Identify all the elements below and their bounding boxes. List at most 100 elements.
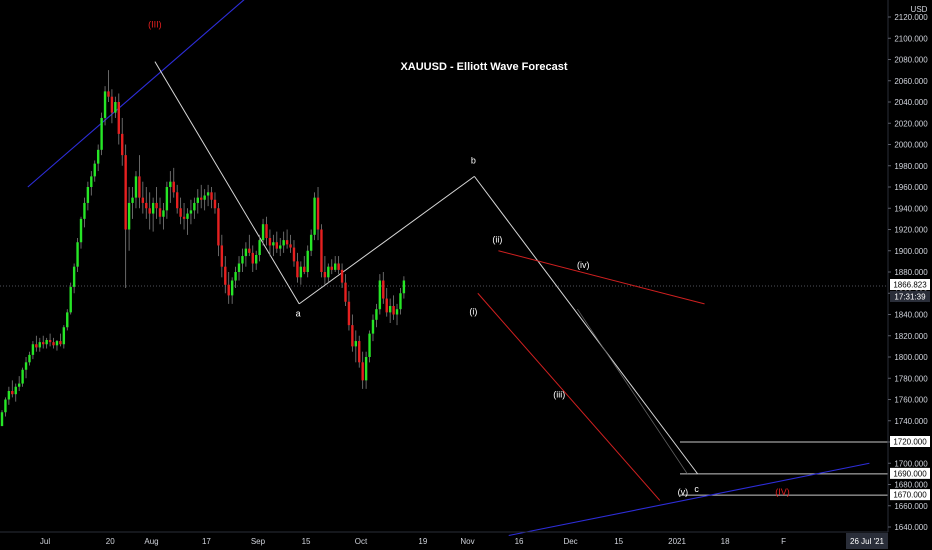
- bearish-candle: [107, 91, 110, 97]
- wave-label: (IV): [775, 487, 790, 497]
- level-badge-label: 1670.000: [893, 491, 927, 500]
- bullish-candle: [399, 293, 402, 310]
- wave-label: (v): [678, 487, 689, 497]
- bearish-candle: [227, 284, 230, 296]
- bullish-candle: [38, 342, 41, 348]
- bullish-candle: [254, 255, 258, 264]
- bearish-candle: [337, 263, 340, 270]
- time-tick-label: Aug: [144, 537, 158, 546]
- bullish-candle: [165, 187, 169, 211]
- price-tick-label: 1740.000: [894, 417, 928, 426]
- countdown-label: 17:31:39: [894, 293, 926, 302]
- bullish-candle: [17, 383, 21, 387]
- price-tick-label: 1840.000: [894, 311, 928, 320]
- price-chart[interactable]: (III) a b (ii) (i) (iv) (iii) (v) c (IV) XAUUSD -…: [0, 0, 932, 550]
- bullish-candle: [206, 192, 210, 196]
- bullish-candle: [90, 176, 93, 187]
- wave-label: (iii): [553, 389, 565, 399]
- bullish-candle: [186, 213, 189, 219]
- bullish-candle: [333, 263, 337, 270]
- bearish-candle: [275, 242, 278, 249]
- bullish-candle: [0, 412, 4, 427]
- bullish-candle: [134, 176, 138, 198]
- time-tick-label: Sep: [251, 537, 266, 546]
- wave-label: (ii): [492, 234, 502, 244]
- bearish-candle: [392, 306, 395, 315]
- bullish-candle: [378, 280, 382, 310]
- bearish-candle: [251, 252, 254, 264]
- bullish-candle: [306, 250, 309, 272]
- wave-label: (i): [469, 307, 477, 317]
- time-tick-label: F: [781, 537, 786, 546]
- price-tick-label: 2020.000: [894, 119, 928, 128]
- price-tick-label: 1960.000: [894, 183, 928, 192]
- bearish-candle: [344, 282, 347, 302]
- bullish-candle: [193, 202, 196, 211]
- bullish-candle: [402, 280, 406, 294]
- bearish-candle: [320, 229, 323, 272]
- bullish-candle: [189, 210, 193, 214]
- price-tick-label: 2000.000: [894, 141, 928, 150]
- bearish-candle: [292, 247, 296, 262]
- bullish-candle: [72, 266, 76, 287]
- bullish-candle: [313, 197, 316, 235]
- bullish-candle: [244, 248, 248, 257]
- bearish-candle: [110, 96, 114, 113]
- bearish-candle: [248, 248, 251, 253]
- time-tick-label: 18: [721, 537, 730, 546]
- price-tick-label: 1940.000: [894, 204, 928, 213]
- bullish-candle: [299, 266, 303, 278]
- bullish-candle: [371, 319, 375, 334]
- bullish-candle: [162, 210, 165, 217]
- time-tick-label: Jul: [40, 537, 50, 546]
- bullish-candle: [83, 202, 86, 219]
- bearish-candle: [42, 342, 45, 345]
- bullish-candle: [395, 309, 399, 315]
- bearish-candle: [217, 208, 220, 246]
- bullish-candle: [388, 306, 392, 313]
- price-tick-label: 2080.000: [894, 56, 928, 65]
- price-tick-label: 1680.000: [894, 481, 928, 490]
- bullish-candle: [258, 240, 261, 255]
- bullish-candle: [66, 312, 69, 328]
- bullish-candle: [261, 224, 265, 241]
- wave-label: (III): [148, 20, 162, 30]
- price-tick-label: 1880.000: [894, 268, 928, 277]
- wave-label: b: [471, 156, 476, 166]
- time-tick-label: 17: [202, 537, 211, 546]
- time-tick-label: Dec: [563, 537, 577, 546]
- bullish-candle: [7, 391, 11, 400]
- price-tick-label: 2100.000: [894, 34, 928, 43]
- bullish-candle: [131, 197, 134, 203]
- bearish-candle: [296, 261, 299, 278]
- wave-label: (iv): [577, 260, 590, 270]
- bullish-candle: [96, 149, 100, 164]
- bullish-candle: [103, 91, 107, 118]
- bullish-candle: [230, 280, 234, 296]
- price-tick-label: 1780.000: [894, 374, 928, 383]
- bullish-candle: [169, 181, 172, 187]
- bullish-candle: [28, 354, 31, 363]
- bullish-candle: [282, 240, 285, 246]
- bearish-candle: [361, 362, 364, 381]
- price-tick-label: 1820.000: [894, 332, 928, 341]
- price-tick-label: 2040.000: [894, 98, 928, 107]
- time-tick-label: 16: [515, 537, 524, 546]
- price-tick-label: 1800.000: [894, 353, 928, 362]
- bearish-candle: [220, 245, 224, 267]
- bullish-candle: [375, 309, 378, 320]
- bearish-candle: [340, 269, 344, 283]
- bearish-candle: [210, 192, 213, 200]
- bearish-candle: [285, 240, 289, 245]
- price-tick-label: 1660.000: [894, 502, 928, 511]
- time-tick-label: 15: [302, 537, 311, 546]
- bullish-candle: [327, 266, 330, 278]
- bearish-candle: [175, 192, 179, 209]
- bullish-candle: [114, 102, 117, 113]
- time-tick-label: 20: [106, 537, 115, 546]
- bearish-candle: [268, 238, 272, 246]
- wave-label: c: [694, 484, 699, 494]
- price-tick-label: 1900.000: [894, 247, 928, 256]
- bullish-candle: [69, 286, 72, 313]
- bearish-candle: [316, 197, 320, 230]
